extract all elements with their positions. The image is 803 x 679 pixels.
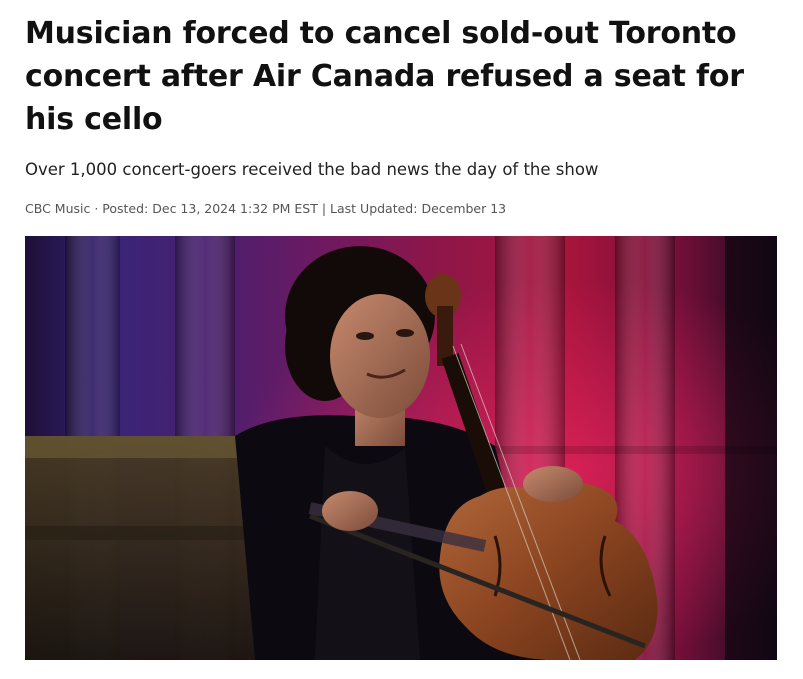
byline-separator-dot: ·	[90, 201, 103, 216]
headline: Musician forced to cancel sold-out Toron…	[25, 16, 744, 137]
byline: CBC Music · Posted: Dec 13, 2024 1:32 PM…	[25, 200, 785, 218]
lead-photo[interactable]	[25, 236, 777, 660]
article: Musician forced to cancel sold-out Toron…	[0, 0, 803, 679]
byline-updated-date: December 13	[421, 201, 507, 216]
lead-photo-image	[25, 236, 777, 660]
byline-source[interactable]: CBC Music	[25, 201, 90, 216]
byline-posted-label: Posted:	[102, 201, 153, 216]
byline-separator-bar: |	[317, 201, 331, 216]
deck-subheading: Over 1,000 concert-goers received the ba…	[25, 160, 599, 179]
byline-posted-date: Dec 13, 2024 1:32 PM EST	[152, 201, 318, 216]
byline-updated-label: Last Updated:	[330, 201, 422, 216]
